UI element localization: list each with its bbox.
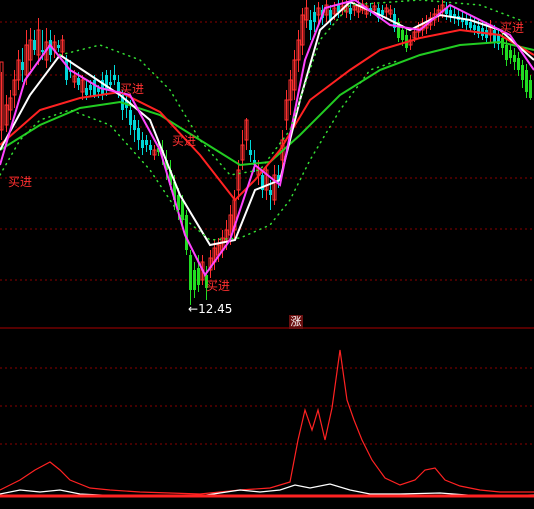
low-price-value: 12.45 (198, 302, 233, 316)
price-chart: 买进买进买进买进买进 (0, 0, 534, 498)
candle-body (525, 70, 528, 92)
candle-body (517, 58, 520, 70)
candle-body (181, 200, 184, 220)
candle-body (41, 50, 44, 52)
candle-body (309, 20, 312, 30)
candle-body (57, 45, 60, 48)
indicator-red-line (0, 349, 534, 495)
candle-body (493, 30, 496, 42)
rise-indicator-label: 涨 (290, 315, 302, 328)
candle-body (189, 255, 192, 290)
candle-body (449, 10, 452, 16)
buy-signal-label: 买进 (120, 82, 144, 96)
candle-body (85, 88, 88, 95)
candle-body (505, 45, 508, 60)
candle-body (313, 12, 316, 22)
candle-body (465, 20, 468, 25)
candle-body (401, 30, 404, 40)
candle-body (349, 8, 352, 14)
candle-body (269, 190, 272, 195)
buy-signal-label: 买进 (172, 134, 196, 148)
buy-signal-label: 买进 (206, 279, 230, 293)
candle-body (249, 150, 252, 155)
candle-body (469, 22, 472, 28)
candle-body (89, 85, 92, 90)
candle-body (381, 10, 384, 15)
candle-body (529, 80, 532, 98)
candle-body (521, 65, 524, 80)
stock-chart-window: 买进 买进 买进 买进 买进 ←12.45 涨 (0, 0, 534, 509)
low-price-label: ←12.45 (188, 302, 233, 316)
candle-body (149, 145, 152, 150)
ma-longest-line (0, 40, 534, 167)
candle-body (141, 140, 144, 148)
candle-body (197, 268, 200, 285)
candle-body (77, 78, 80, 85)
buy-signal-label: 买进 (8, 175, 32, 189)
candle-body (193, 270, 196, 290)
candle-body (133, 120, 136, 130)
candle-body (137, 128, 140, 140)
rise-indicator-badge[interactable]: 涨 (289, 315, 303, 329)
candle-body (509, 50, 512, 58)
candle-body (113, 75, 116, 80)
candle-body (21, 62, 24, 70)
indicator-white-line (0, 483, 534, 497)
candle-body (33, 40, 36, 50)
candle-body (473, 25, 476, 30)
lower-band-dotted (0, 59, 401, 241)
candle-body (93, 80, 96, 95)
candle-body (129, 110, 132, 125)
ma-mid-line (0, 0, 534, 247)
candle-body (109, 82, 112, 85)
candle-body (145, 140, 148, 145)
candle-body (513, 55, 516, 62)
ma-short-line (0, 0, 534, 277)
buy-signal-label: 买进 (500, 21, 524, 35)
